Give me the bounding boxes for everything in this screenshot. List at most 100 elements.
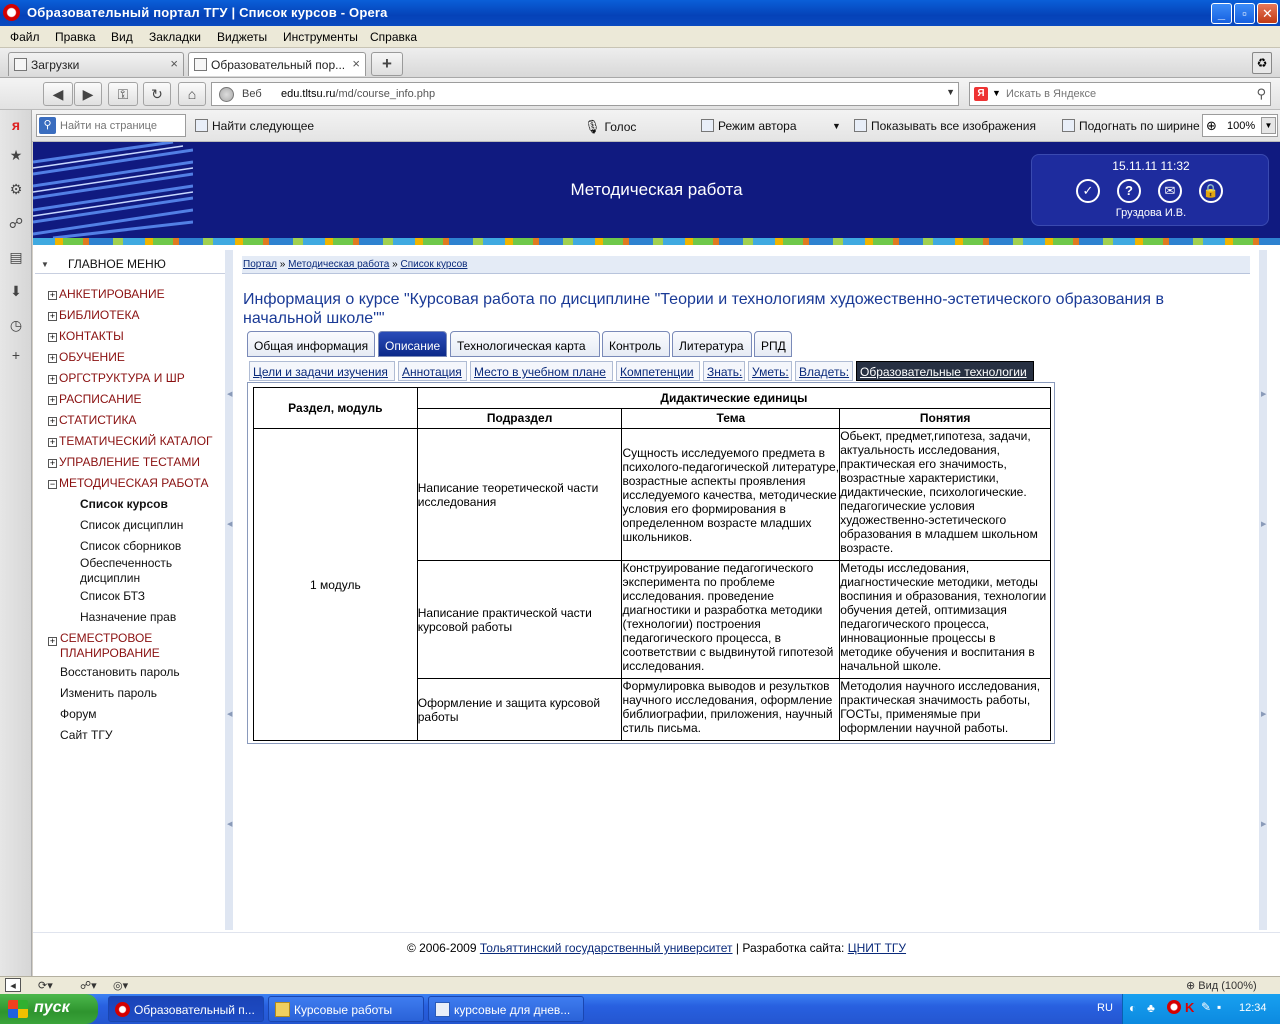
right-splitter[interactable]: ▶ ▶ ▶ ▶ [1259,250,1267,930]
minimize-button[interactable]: _ [1211,3,1232,24]
reload-button[interactable]: ↻ [143,82,171,106]
find-input[interactable] [60,118,182,134]
chevron-down-icon[interactable]: ▼ [832,121,841,131]
menu-item-contacts[interactable]: + КОНТАКТЫ [48,329,124,343]
menu-item-library[interactable]: + БИБЛИОТЕКА [48,308,140,322]
menu-widgets[interactable]: Виджеты [217,30,267,44]
widgets-panel-icon[interactable]: ⚙ [7,180,25,198]
subtab-can[interactable]: Уметь: [748,361,792,381]
breadcrumb-courses[interactable]: Список курсов [400,259,467,270]
subtab-know[interactable]: Знать: [703,361,745,381]
tab-general[interactable]: Общая информация [247,331,375,357]
lock-icon[interactable]: 🔒 [1199,179,1223,203]
close-button[interactable]: ✕ [1257,3,1278,24]
subtab-annotation[interactable]: Аннотация [398,361,467,381]
university-link[interactable]: Тольяттинский государственный университе… [480,941,733,955]
submenu-disciplines[interactable]: Список дисциплин [80,518,183,533]
subtab-edu-technologies[interactable]: Образовательные технологии [856,361,1034,381]
menu-item-semester-planning[interactable]: + СЕМЕСТРОВОЕ ПЛАНИРОВАНИЕ [48,631,178,661]
tray-icon[interactable]: ♣ [1147,1001,1155,1015]
trash-icon[interactable]: ♻ [1252,52,1272,74]
notes-panel-icon[interactable]: ▤ [7,248,25,266]
fit-width-button[interactable]: Подогнать по ширине [1062,119,1200,133]
voice-button[interactable]: 🎙 Голос [584,119,636,135]
search-box[interactable]: Я ▼ ⚲ [969,82,1271,106]
check-icon[interactable]: ✓ [1076,179,1100,203]
tab-close-icon[interactable]: × [170,56,178,71]
menu-item-education[interactable]: + ОБУЧЕНИЕ [48,350,125,364]
restore-password-link[interactable]: Восстановить пароль [60,665,180,679]
show-images-button[interactable]: Показывать все изображения [854,119,1036,133]
menu-view[interactable]: Вид [111,30,133,44]
bookmarks-panel-icon[interactable]: ★ [7,146,25,164]
zoom-select[interactable]: ⊕ 100% ▼ [1202,114,1278,137]
taskbar-item-word[interactable]: курсовые для днев... [428,996,584,1022]
address-field[interactable]: Веб edu.tltsu.ru/md/course_info.php ▼ [211,82,959,106]
submenu-btz[interactable]: Список БТЗ [80,589,145,604]
tab-description[interactable]: Описание [378,331,447,357]
add-panel-icon[interactable]: + [7,346,25,364]
new-tab-button[interactable]: + [371,52,403,76]
menu-help[interactable]: Справка [370,30,417,44]
breadcrumb-methodical[interactable]: Методическая работа [288,259,389,270]
taskbar-item-folder[interactable]: Курсовые работы [268,996,424,1022]
key-icon[interactable]: ⚿ [108,82,138,106]
submenu-collections[interactable]: Список сборников [80,539,181,554]
tray-icon[interactable]: ◐ [1129,1001,1136,1015]
tray-icon[interactable]: ▪ [1217,1000,1221,1014]
browser-tab-downloads[interactable]: Загрузки × [8,52,184,76]
language-indicator[interactable]: RU [1097,1002,1113,1014]
menu-tools[interactable]: Инструменты [283,30,358,44]
help-icon[interactable]: ? [1117,179,1141,203]
developer-link[interactable]: ЦНИТ ТГУ [848,941,906,955]
sync-icon[interactable]: ⟳▾ [38,979,53,992]
menu-item-catalog[interactable]: + ТЕМАТИЧЕСКИЙ КАТАЛОГ [48,434,213,448]
tab-rpd[interactable]: РПД [754,331,792,357]
tab-close-icon[interactable]: × [352,56,360,71]
start-button[interactable]: пуск [0,994,98,1024]
submenu-courses[interactable]: Список курсов [80,497,168,512]
sidebar-splitter[interactable]: ◀ ◀ ◀ ◀ [225,250,233,930]
yandex-panel-icon[interactable]: я [7,116,25,134]
menu-item-org-structure[interactable]: + ОРГСТРУКТУРА И ШР [48,371,185,385]
tab-tech-map[interactable]: Технологическая карта [450,331,600,357]
submenu-provision[interactable]: Обеспеченность дисциплин [80,556,190,586]
maximize-button[interactable]: ▫ [1234,3,1255,24]
menu-item-schedule[interactable]: + РАСПИСАНИЕ [48,392,142,406]
find-field[interactable]: ⚲ [36,114,186,137]
subtab-goals[interactable]: Цели и задачи изучения [249,361,395,381]
forward-button[interactable]: ▶ [74,82,102,106]
panel-toggle-icon[interactable]: ◂ [5,978,21,992]
taskbar-item-opera[interactable]: Образовательный п... [108,996,264,1022]
mail-icon[interactable]: ✉ [1158,179,1182,203]
tray-icon[interactable]: K [1185,1000,1194,1015]
unite-icon[interactable]: ☍▾ [80,979,97,992]
tray-icon[interactable]: ✎ [1201,1000,1211,1014]
search-icon[interactable]: ⚲ [1256,86,1266,102]
site-link[interactable]: Сайт ТГУ [60,728,112,742]
menu-item-methodical[interactable]: − МЕТОДИЧЕСКАЯ РАБОТА [48,476,209,490]
zoom-status[interactable]: ⊕ Вид (100%) [1186,979,1257,992]
opera-tray-icon[interactable] [1167,1000,1181,1014]
menu-item-surveys[interactable]: + АНКЕТИРОВАНИЕ [48,287,165,301]
turbo-icon[interactable]: ◎▾ [113,979,128,992]
subtab-curriculum-place[interactable]: Место в учебном плане [470,361,613,381]
unite-panel-icon[interactable]: ☍ [7,214,25,232]
change-password-link[interactable]: Изменить пароль [60,686,157,700]
browser-tab-portal[interactable]: Образовательный пор... × [188,52,366,76]
breadcrumb-portal[interactable]: Портал [243,259,277,270]
chevron-down-icon[interactable]: ▼ [992,88,1001,98]
menu-item-statistics[interactable]: + СТАТИСТИКА [48,413,136,427]
home-button[interactable]: ⌂ [178,82,206,106]
menu-file[interactable]: Файл [10,30,40,44]
author-mode-button[interactable]: Режим автора [701,119,797,133]
menu-edit[interactable]: Правка [55,30,96,44]
history-panel-icon[interactable]: ◷ [7,316,25,334]
tab-control[interactable]: Контроль [602,331,670,357]
menu-bookmarks[interactable]: Закладки [149,30,201,44]
search-input[interactable] [1006,85,1242,103]
main-menu-header[interactable]: ▼ ГЛАВНОЕ МЕНЮ [35,254,225,274]
find-next-button[interactable]: Найти следующее [195,119,314,133]
submenu-rights[interactable]: Назначение прав [80,610,176,625]
tab-literature[interactable]: Литература [672,331,752,357]
